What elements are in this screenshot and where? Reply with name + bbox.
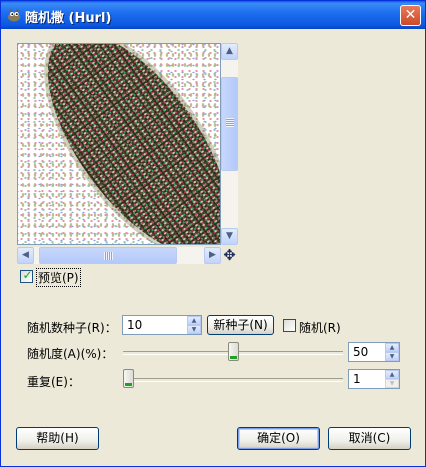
randomization-spinbox[interactable]: 50 ▲ ▼ xyxy=(348,342,400,362)
arrow-right-icon: ▶ xyxy=(209,250,216,260)
ok-button[interactable]: 确定(O) xyxy=(237,427,320,450)
arrow-up-icon: ▲ xyxy=(226,46,233,56)
randomization-value: 50 xyxy=(353,345,369,359)
scroll-up-button[interactable]: ▲ xyxy=(221,43,238,60)
checkmark-icon: ✓ xyxy=(22,268,33,282)
gimp-icon xyxy=(8,8,20,22)
ok-label: 确定(O) xyxy=(257,431,300,445)
new-seed-label: 新种子(N) xyxy=(213,318,268,332)
repeat-label: 重复(E)： xyxy=(27,375,80,389)
randomization-slider-thumb[interactable] xyxy=(227,342,239,361)
seed-spin-arrows: ▲ ▼ xyxy=(187,316,201,334)
new-seed-button[interactable]: 新种子(N) xyxy=(207,315,274,335)
vertical-scrollbar[interactable]: ▲ ▼ xyxy=(221,43,238,245)
horizontal-scroll-thumb[interactable] xyxy=(39,247,177,264)
repeat-spin-arrows: ▲ ▼ xyxy=(385,370,399,388)
randomization-label: 随机度(A)(%)： xyxy=(27,347,114,361)
spin-down-icon[interactable]: ▼ xyxy=(187,325,201,334)
arrow-down-icon: ▼ xyxy=(226,231,233,241)
seed-label: 随机数种子(R)： xyxy=(27,321,117,335)
close-icon: ✕ xyxy=(404,7,417,23)
spin-down-icon[interactable]: ▼ xyxy=(385,352,399,361)
repeat-spinbox[interactable]: 1 ▲ ▼ xyxy=(348,369,400,389)
cancel-button[interactable]: 取消(C) xyxy=(328,427,411,450)
horizontal-scrollbar[interactable]: ◀ ▶ xyxy=(17,247,221,264)
window-title: 随机撒 (Hurl) xyxy=(25,11,112,26)
close-button[interactable]: ✕ xyxy=(400,5,421,26)
randomize-label[interactable]: 随机(R) xyxy=(299,319,341,336)
seed-value: 10 xyxy=(127,318,143,332)
cancel-label: 取消(C) xyxy=(348,431,391,445)
repeat-slider-track[interactable] xyxy=(123,378,343,382)
scroll-right-button[interactable]: ▶ xyxy=(204,247,221,264)
hurl-dialog: 随机撒 (Hurl) ✕ ▲ ▼ ◀ ▶ ✥ ✓ 预览(P) 随机数种子(R)：… xyxy=(0,0,426,467)
arrow-left-icon: ◀ xyxy=(22,250,29,260)
grip-icon xyxy=(226,118,234,127)
spin-up-icon[interactable]: ▲ xyxy=(187,316,201,325)
help-button[interactable]: 帮助(H) xyxy=(16,427,99,450)
repeat-slider-thumb[interactable] xyxy=(123,369,134,388)
grip-icon xyxy=(104,252,113,260)
randomize-checkbox[interactable] xyxy=(283,319,296,332)
vertical-scroll-thumb[interactable] xyxy=(221,77,238,171)
repeat-value: 1 xyxy=(353,372,361,386)
preview-checkbox[interactable]: ✓ xyxy=(20,268,33,283)
scroll-left-button[interactable]: ◀ xyxy=(17,247,34,264)
randomization-spin-arrows: ▲ ▼ xyxy=(385,343,399,361)
spin-up-icon[interactable]: ▲ xyxy=(385,370,399,379)
scroll-down-button[interactable]: ▼ xyxy=(221,228,238,245)
seed-spinbox[interactable]: 10 ▲ ▼ xyxy=(122,315,202,335)
title-bar[interactable]: 随机撒 (Hurl) ✕ xyxy=(1,1,425,29)
navigate-icon[interactable]: ✥ xyxy=(221,247,238,264)
preview-label[interactable]: 预览(P) xyxy=(36,268,81,287)
spin-up-icon[interactable]: ▲ xyxy=(385,343,399,352)
help-label: 帮助(H) xyxy=(36,431,79,445)
spin-down-icon: ▼ xyxy=(385,379,399,388)
preview-canvas[interactable] xyxy=(17,43,221,245)
